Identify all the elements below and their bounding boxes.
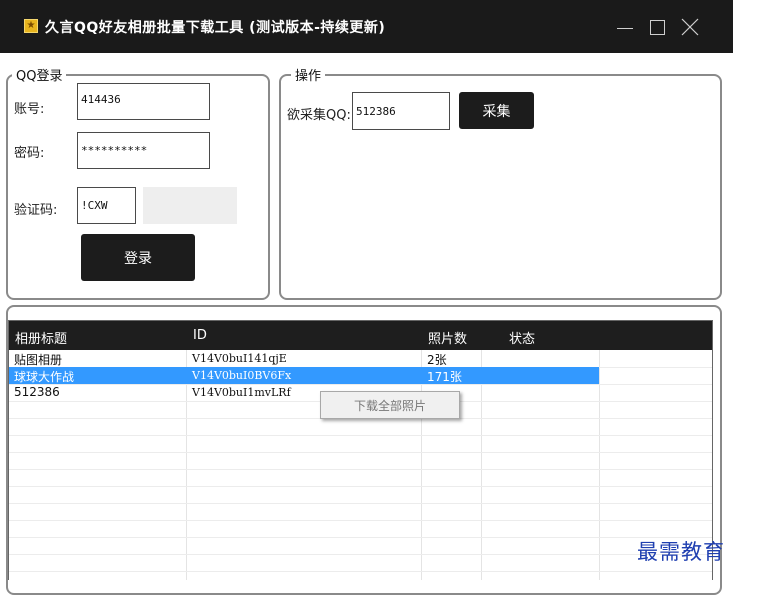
list-header: 相册标题 ID 照片数 状态 [9, 321, 712, 350]
app-window: ★ 久言QQ好友相册批量下载工具 (测试版本-持续更新) QQ登录 账号: 41… [0, 0, 733, 595]
watermark-text: 最需教育 [637, 540, 725, 564]
album-title-cell: 贴图相册 [14, 353, 63, 367]
captcha-input[interactable]: !CXW [77, 187, 136, 224]
minimize-button[interactable] [610, 12, 640, 42]
account-label: 账号: [14, 102, 45, 117]
row-divider [9, 554, 712, 555]
album-id-cell: V14V0buI0BV6Fx [192, 369, 292, 382]
account-input[interactable]: 414436 [77, 83, 210, 120]
album-list[interactable]: 相册标题 ID 照片数 状态 贴图相册 V14V0buI141qjE 2张 球球… [8, 320, 713, 580]
collect-button[interactable]: 采集 [459, 92, 534, 129]
photo-count-cell: 171张 [427, 370, 462, 384]
password-value: ********** [81, 144, 148, 157]
target-qq-input[interactable]: 512386 [352, 92, 450, 130]
selection-highlight [9, 367, 599, 384]
photo-count-cell: 2张 [427, 353, 447, 367]
close-icon [681, 18, 699, 36]
target-qq-value: 512386 [356, 104, 396, 118]
password-input[interactable]: ********** [77, 132, 210, 169]
login-button[interactable]: 登录 [81, 234, 195, 281]
app-icon: ★ [24, 19, 38, 33]
row-divider [9, 452, 712, 453]
row-divider [9, 435, 712, 436]
context-menu: 下载全部照片 [320, 391, 460, 419]
captcha-image[interactable] [143, 187, 237, 224]
album-id-cell: V14V0buI1mvLRf [192, 386, 291, 399]
row-divider [9, 469, 712, 470]
album-title-cell: 球球大作战 [14, 370, 75, 384]
row-divider [9, 520, 712, 521]
album-id-cell: V14V0buI141qjE [192, 352, 287, 365]
target-qq-label: 欲采集QQ: [287, 108, 351, 123]
table-row-selected[interactable]: 球球大作战 V14V0buI0BV6Fx 171张 [9, 367, 712, 384]
column-header-title[interactable]: 相册标题 [15, 328, 67, 347]
row-divider [9, 571, 712, 572]
row-divider [9, 537, 712, 538]
close-button[interactable] [675, 12, 705, 42]
captcha-label: 验证码: [14, 203, 58, 218]
login-group-title: QQ登录 [12, 65, 67, 84]
download-all-photos-menu-item[interactable]: 下载全部照片 [321, 392, 459, 418]
album-title-cell: 512386 [14, 385, 60, 399]
row-divider [9, 486, 712, 487]
title-bar[interactable]: ★ 久言QQ好友相册批量下载工具 (测试版本-持续更新) [0, 0, 733, 53]
window-title: 久言QQ好友相册批量下载工具 (测试版本-持续更新) [45, 20, 386, 36]
column-header-id[interactable]: ID [193, 328, 207, 343]
password-label: 密码: [14, 146, 45, 161]
account-value: 414436 [81, 93, 121, 106]
column-header-count[interactable]: 照片数 [428, 328, 467, 347]
column-header-status[interactable]: 状态 [509, 328, 535, 347]
row-divider [9, 503, 712, 504]
maximize-button[interactable] [642, 12, 672, 42]
captcha-value: !CXW [81, 199, 108, 212]
table-row[interactable]: 贴图相册 V14V0buI141qjE 2张 [9, 350, 712, 367]
operation-group-title: 操作 [291, 65, 326, 84]
